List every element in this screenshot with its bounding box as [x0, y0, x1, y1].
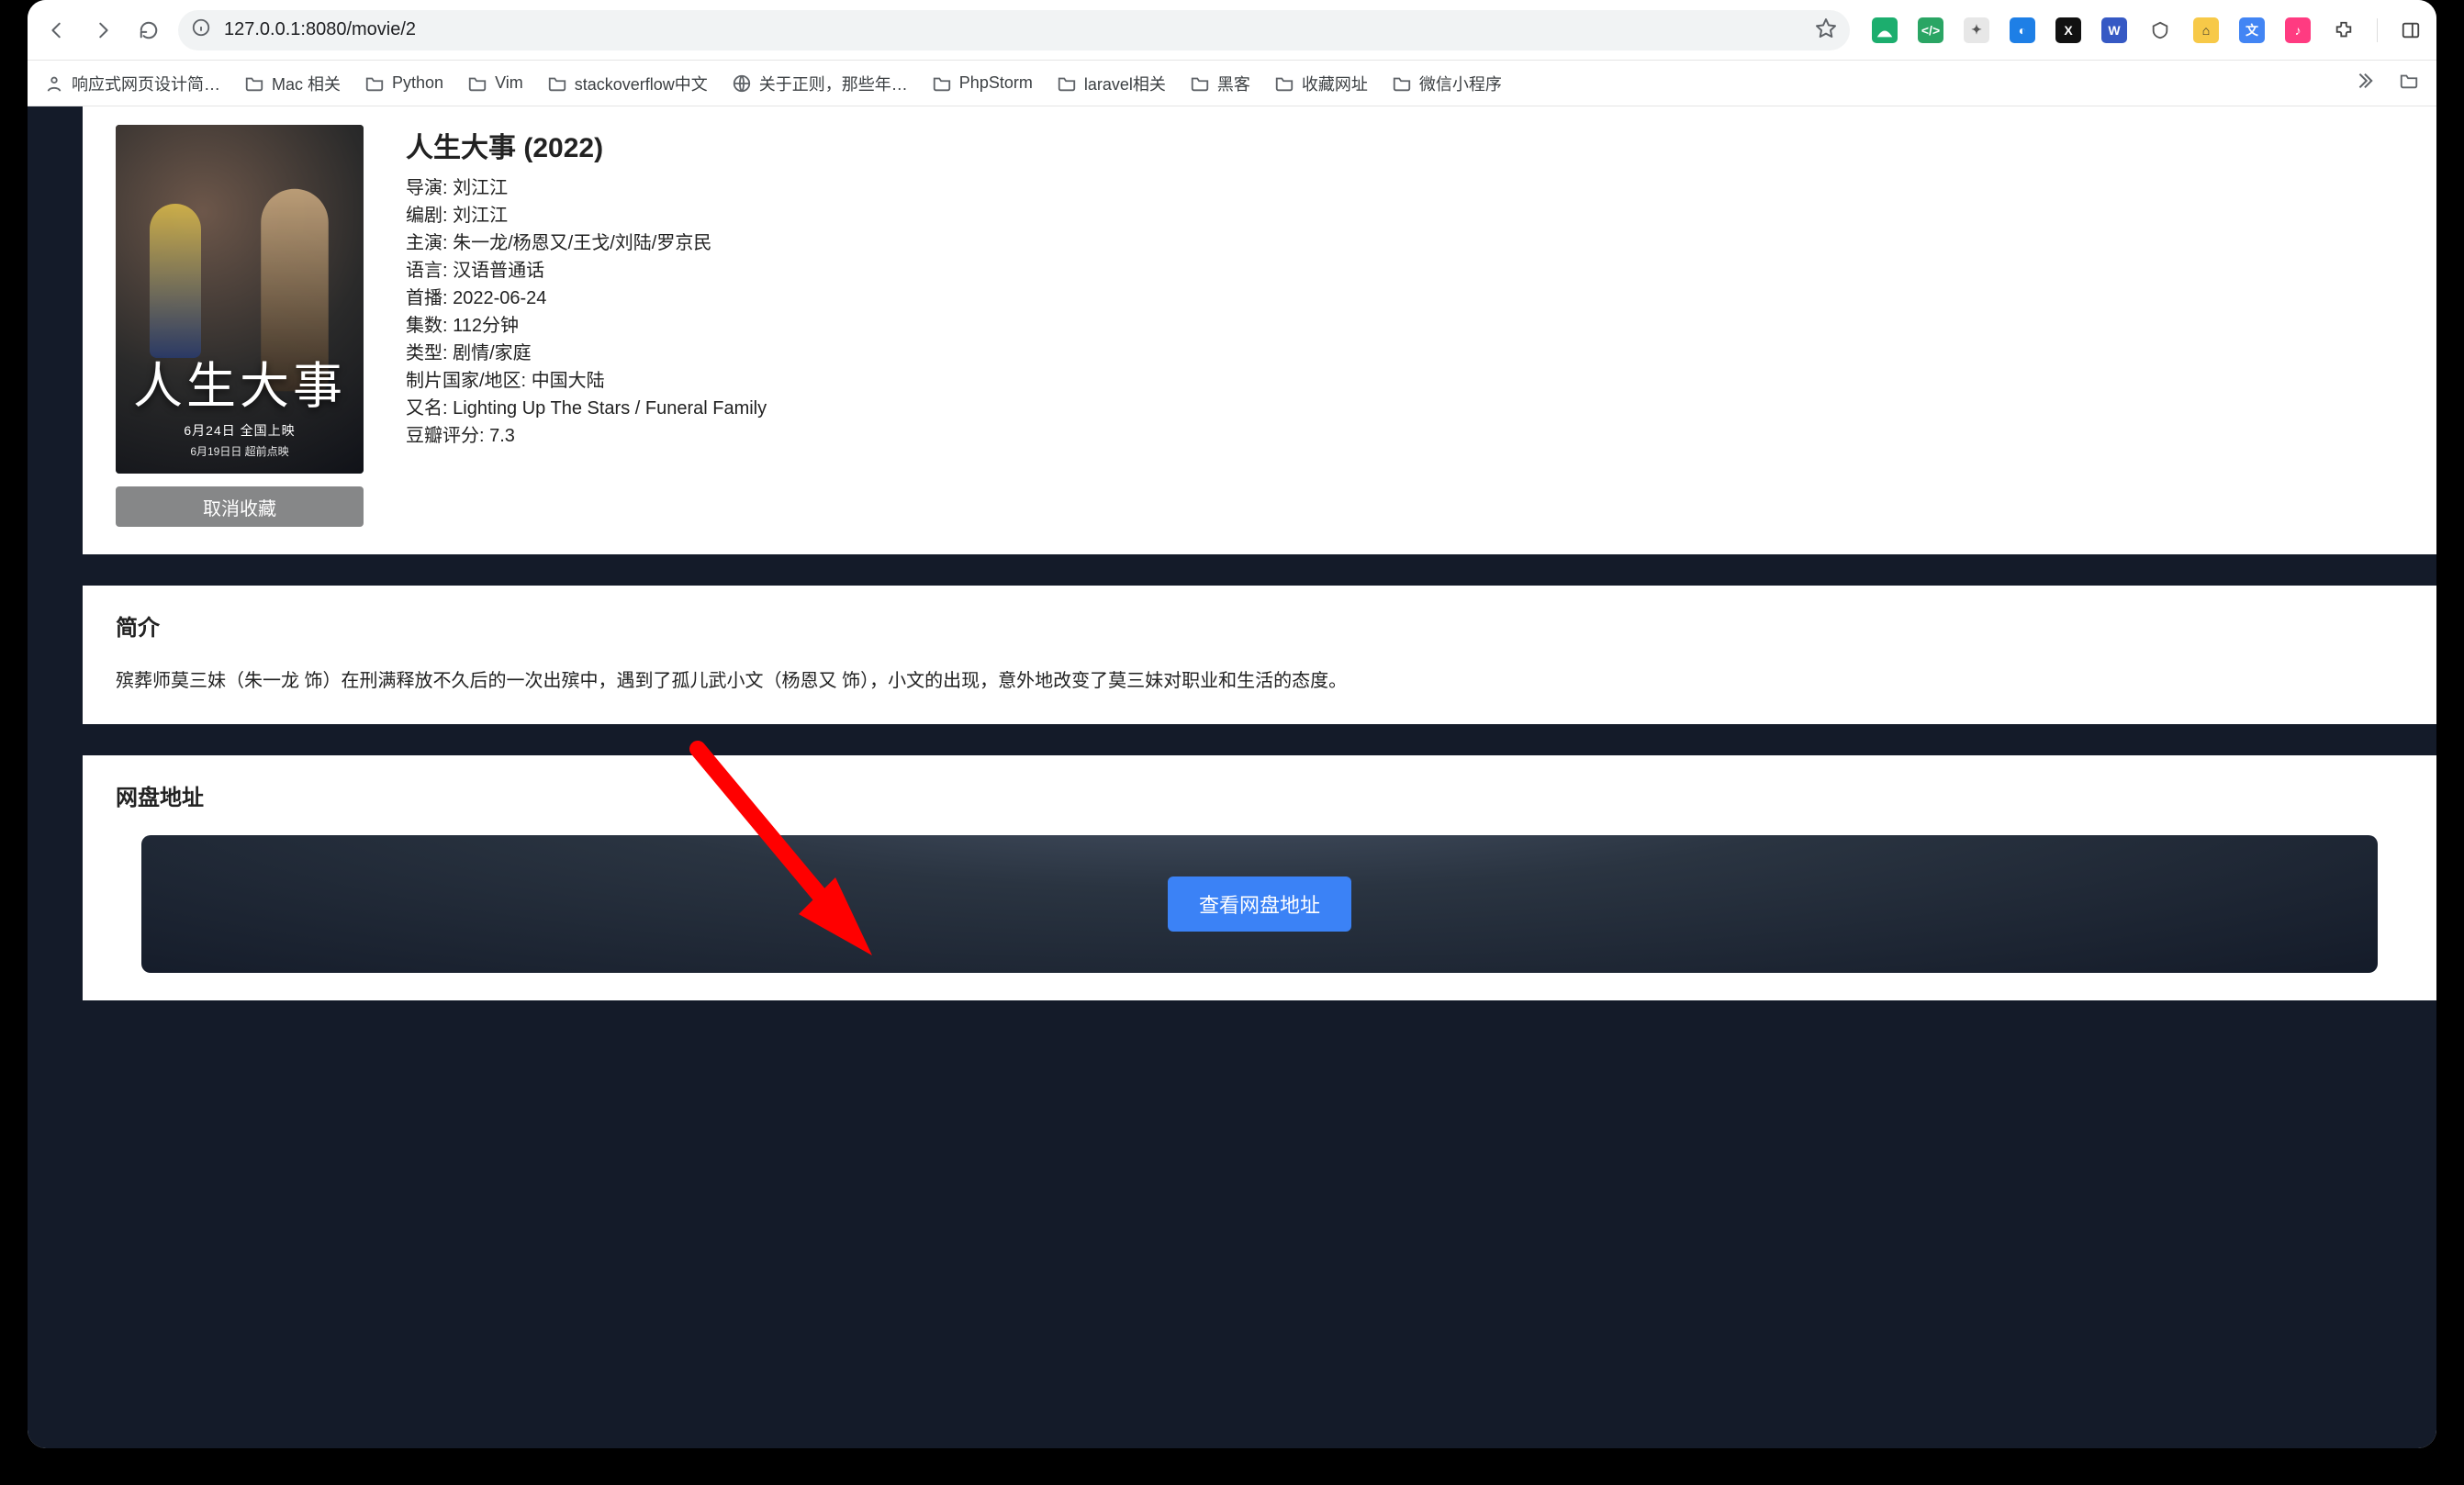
bookmark-label: stackoverflow中文 — [575, 72, 708, 95]
bookmark-star-icon[interactable] — [1815, 17, 1837, 44]
netdisk-panel: 查看网盘地址 — [141, 835, 2378, 973]
meta-label: 又名: — [406, 398, 448, 419]
section-heading: 简介 — [116, 609, 2403, 642]
bookmark-folder[interactable]: Vim — [467, 73, 523, 94]
bookmark-folder[interactable]: PhpStorm — [932, 73, 1033, 94]
extension-icon[interactable]: 文 — [2239, 17, 2265, 43]
netdisk-card: 网盘地址 查看网盘地址 — [83, 755, 2436, 1000]
bookmark-item[interactable]: 关于正则，那些年… — [732, 72, 908, 95]
view-netdisk-button[interactable]: 查看网盘地址 — [1168, 876, 1351, 932]
bookmark-label: 收藏网址 — [1302, 72, 1368, 95]
meta-value: 刘江江 — [453, 178, 508, 198]
address-bar[interactable]: 127.0.0.1:8080/movie/2 — [178, 10, 1850, 50]
browser-toolbar: 127.0.0.1:8080/movie/2 </> ✦ ◐ X W ⌂ 文 ♪ — [28, 0, 2436, 61]
meta-label: 豆瓣评分: — [406, 426, 485, 446]
bookmark-label: Vim — [495, 73, 523, 93]
bookmark-item[interactable]: 响应式网页设计简… — [44, 72, 220, 95]
meta-value: 汉语普通话 — [453, 261, 544, 281]
movie-header-card: 人生大事 6月24日 全国上映 6月19日日 超前点映 取消收藏 人生大事 (2… — [83, 106, 2436, 554]
bookmarks-overflow-icon[interactable] — [2354, 71, 2374, 95]
poster-subtitle-2: 6月19日日 超前点映 — [190, 443, 288, 459]
reload-button[interactable] — [132, 14, 165, 47]
extension-icon[interactable]: X — [2055, 17, 2081, 43]
poster-subtitle: 6月24日 全国上映 — [184, 421, 295, 440]
bookmark-folder[interactable]: stackoverflow中文 — [547, 72, 708, 95]
bookmark-label: laravel相关 — [1084, 72, 1166, 95]
synopsis-text: 殡葬师莫三妹（朱一龙 饰）在刑满释放不久后的一次出殡中，遇到了孤儿武小文（杨恩又… — [116, 665, 2403, 697]
forward-button[interactable] — [86, 14, 119, 47]
unfavorite-button[interactable]: 取消收藏 — [116, 486, 364, 527]
extension-icon[interactable]: ◐ — [2010, 17, 2035, 43]
meta-value: 2022-06-24 — [453, 288, 546, 308]
meta-value: 剧情/家庭 — [453, 343, 532, 363]
bookmarks-bar: 响应式网页设计简… Mac 相关 Python Vim stackoverflo… — [28, 61, 2436, 106]
side-panel-icon[interactable] — [2398, 17, 2424, 43]
extension-icon[interactable]: ⌂ — [2193, 17, 2219, 43]
site-info-icon[interactable] — [191, 17, 211, 43]
extension-icon[interactable] — [2147, 17, 2173, 43]
meta-label: 制片国家/地区: — [406, 371, 526, 391]
meta-label: 主演: — [406, 233, 448, 253]
meta-value: Lighting Up The Stars / Funeral Family — [453, 398, 767, 419]
extension-icon[interactable]: ♪ — [2285, 17, 2311, 43]
extension-icon[interactable] — [1872, 17, 1898, 43]
meta-value: 中国大陆 — [532, 371, 605, 391]
meta-value: 朱一龙/杨恩又/王戈/刘陆/罗京民 — [453, 233, 711, 253]
bookmark-folder[interactable]: Python — [364, 73, 443, 94]
page-viewport[interactable]: 人生大事 6月24日 全国上映 6月19日日 超前点映 取消收藏 人生大事 (2… — [28, 106, 2436, 1448]
meta-value: 7.3 — [489, 426, 515, 446]
divider — [2377, 18, 2378, 42]
section-heading: 网盘地址 — [116, 779, 2403, 811]
other-bookmarks-icon[interactable] — [2398, 71, 2420, 95]
bookmark-label: Python — [392, 73, 443, 93]
movie-meta: 人生大事 (2022) 导演: 刘江江 编剧: 刘江江 主演: 朱一龙/杨恩又/… — [406, 125, 2403, 450]
bookmark-label: 响应式网页设计简… — [72, 72, 220, 95]
poster-title: 人生大事 — [133, 345, 346, 418]
extensions-strip: </> ✦ ◐ X W ⌂ 文 ♪ — [1863, 17, 2424, 43]
meta-value: 112分钟 — [453, 316, 519, 336]
bookmark-folder[interactable]: laravel相关 — [1057, 72, 1166, 95]
synopsis-card: 简介 殡葬师莫三妹（朱一龙 饰）在刑满释放不久后的一次出殡中，遇到了孤儿武小文（… — [83, 586, 2436, 724]
bookmark-label: 关于正则，那些年… — [759, 72, 908, 95]
meta-label: 类型: — [406, 343, 448, 363]
meta-value: 刘江江 — [453, 206, 508, 226]
bookmark-folder[interactable]: 黑客 — [1190, 72, 1250, 95]
extension-icon[interactable]: W — [2101, 17, 2127, 43]
movie-title: 人生大事 (2022) — [406, 125, 2403, 165]
url-text: 127.0.0.1:8080/movie/2 — [224, 19, 1802, 40]
meta-label: 集数: — [406, 316, 448, 336]
bookmark-label: 微信小程序 — [1419, 72, 1502, 95]
bookmark-label: PhpStorm — [959, 73, 1033, 93]
bookmark-folder[interactable]: Mac 相关 — [244, 72, 341, 95]
bookmark-label: 黑客 — [1217, 72, 1250, 95]
meta-label: 导演: — [406, 178, 448, 198]
extension-icon[interactable]: ✦ — [1964, 17, 1989, 43]
browser-window: 127.0.0.1:8080/movie/2 </> ✦ ◐ X W ⌂ 文 ♪… — [28, 0, 2436, 1448]
bookmark-folder[interactable]: 收藏网址 — [1274, 72, 1368, 95]
meta-label: 语言: — [406, 261, 448, 281]
meta-label: 编剧: — [406, 206, 448, 226]
back-button[interactable] — [40, 14, 73, 47]
extensions-menu-icon[interactable] — [2331, 17, 2357, 43]
bookmark-folder[interactable]: 微信小程序 — [1392, 72, 1502, 95]
bookmark-label: Mac 相关 — [272, 72, 341, 95]
extension-icon[interactable]: </> — [1918, 17, 1943, 43]
movie-poster: 人生大事 6月24日 全国上映 6月19日日 超前点映 — [116, 125, 364, 474]
meta-label: 首播: — [406, 288, 448, 308]
